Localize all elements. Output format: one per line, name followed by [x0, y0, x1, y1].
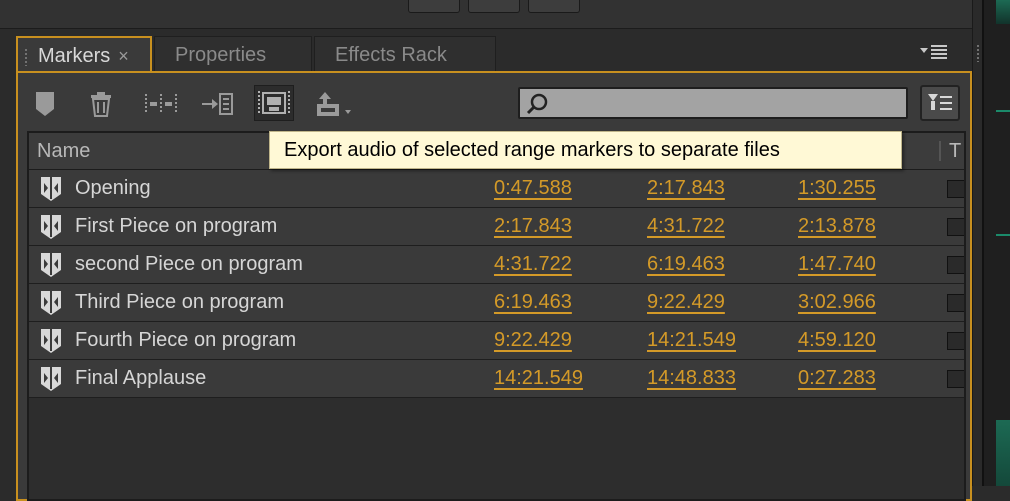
- tab-label: Properties: [175, 44, 267, 66]
- markers-toolbar: [18, 73, 970, 131]
- marker-start[interactable]: 9:22.429: [494, 322, 572, 359]
- waveform-segment: [996, 420, 1010, 486]
- grip-icon[interactable]: [976, 44, 980, 62]
- marker-duration[interactable]: 3:02.966: [798, 284, 876, 321]
- tooltip: Export audio of selected range markers t…: [269, 131, 902, 169]
- table-row[interactable]: Third Piece on program 6:19.463 9:22.429 3:…: [29, 284, 964, 322]
- range-marker-icon: [39, 252, 63, 283]
- search-field[interactable]: [518, 87, 908, 119]
- marker-duration[interactable]: 1:30.255: [798, 170, 876, 207]
- waveform-panel: [982, 0, 1010, 486]
- range-marker-icon: [39, 290, 63, 321]
- range-marker-icon: [39, 366, 63, 397]
- marker-start[interactable]: 4:31.722: [494, 246, 572, 283]
- merge-markers-icon[interactable]: [144, 87, 178, 121]
- panel-tabbar: Markers × Properties Effects Rack: [16, 34, 972, 72]
- batch-export-icon[interactable]: [314, 87, 354, 121]
- markers-table: Name T Opening 0:47.588 2:17.843 1:30.255 Fi…: [27, 131, 966, 501]
- filter-list-icon[interactable]: [920, 85, 960, 121]
- trash-icon[interactable]: [84, 87, 118, 121]
- marker-end[interactable]: 2:17.843: [647, 170, 725, 207]
- marker-name[interactable]: second Piece on program: [75, 246, 303, 283]
- top-transport-button[interactable]: [468, 0, 520, 13]
- top-strip: [0, 0, 982, 29]
- grip-icon[interactable]: [24, 48, 28, 66]
- marker-type-cell[interactable]: [947, 256, 964, 274]
- search-input[interactable]: [556, 91, 900, 117]
- marker-start[interactable]: 6:19.463: [494, 284, 572, 321]
- tab-effects-rack[interactable]: Effects Rack: [314, 36, 496, 72]
- marker-name[interactable]: Final Applause: [75, 360, 206, 397]
- table-row[interactable]: Opening 0:47.588 2:17.843 1:30.255: [29, 170, 964, 208]
- marker-type-cell[interactable]: [947, 294, 964, 312]
- marker-start[interactable]: 14:21.549: [494, 360, 583, 397]
- marker-type-cell[interactable]: [947, 218, 964, 236]
- marker-duration[interactable]: 1:47.740: [798, 246, 876, 283]
- waveform-segment: [996, 0, 1010, 24]
- top-transport-button[interactable]: [528, 0, 580, 13]
- marker-add-icon[interactable]: [28, 87, 62, 121]
- marker-start[interactable]: 2:17.843: [494, 208, 572, 245]
- marker-type-cell[interactable]: [947, 370, 964, 388]
- marker-duration[interactable]: 2:13.878: [798, 208, 876, 245]
- marker-duration[interactable]: 0:27.283: [798, 360, 876, 397]
- marker-end[interactable]: 4:31.722: [647, 208, 725, 245]
- range-marker-icon: [39, 328, 63, 359]
- tab-markers[interactable]: Markers ×: [16, 36, 152, 72]
- table-row[interactable]: Fourth Piece on program 9:22.429 14:21.549…: [29, 322, 964, 360]
- tab-properties[interactable]: Properties: [154, 36, 312, 72]
- column-header-type[interactable]: T: [949, 133, 961, 169]
- search-icon: [526, 92, 550, 121]
- marker-name[interactable]: Opening: [75, 170, 151, 207]
- marker-name[interactable]: Third Piece on program: [75, 284, 284, 321]
- export-range-icon[interactable]: [254, 85, 294, 121]
- marker-name[interactable]: First Piece on program: [75, 208, 277, 245]
- column-header-name[interactable]: Name: [37, 133, 90, 169]
- range-marker-icon: [39, 176, 63, 207]
- tab-label: Effects Rack: [335, 44, 447, 66]
- waveform-line: [996, 110, 1010, 112]
- column-divider[interactable]: [939, 141, 941, 161]
- marker-name[interactable]: Fourth Piece on program: [75, 322, 296, 359]
- insert-into-playlist-icon[interactable]: [200, 87, 234, 121]
- range-marker-icon: [39, 214, 63, 245]
- marker-end[interactable]: 14:21.549: [647, 322, 736, 359]
- marker-end[interactable]: 9:22.429: [647, 284, 725, 321]
- marker-end[interactable]: 6:19.463: [647, 246, 725, 283]
- panel-menu-icon[interactable]: [920, 44, 950, 65]
- table-row[interactable]: Final Applause 14:21.549 14:48.833 0:27.283: [29, 360, 964, 398]
- waveform-line: [996, 234, 1010, 236]
- close-icon[interactable]: ×: [118, 46, 129, 66]
- top-transport-button[interactable]: [408, 0, 460, 13]
- marker-start[interactable]: 0:47.588: [494, 170, 572, 207]
- tab-label: Markers: [38, 45, 111, 67]
- table-row[interactable]: second Piece on program 4:31.722 6:19.463 1…: [29, 246, 964, 284]
- marker-end[interactable]: 14:48.833: [647, 360, 736, 397]
- table-row[interactable]: First Piece on program 2:17.843 4:31.722 2:…: [29, 208, 964, 246]
- marker-type-cell[interactable]: [947, 180, 964, 198]
- marker-type-cell[interactable]: [947, 332, 964, 350]
- marker-duration[interactable]: 4:59.120: [798, 322, 876, 359]
